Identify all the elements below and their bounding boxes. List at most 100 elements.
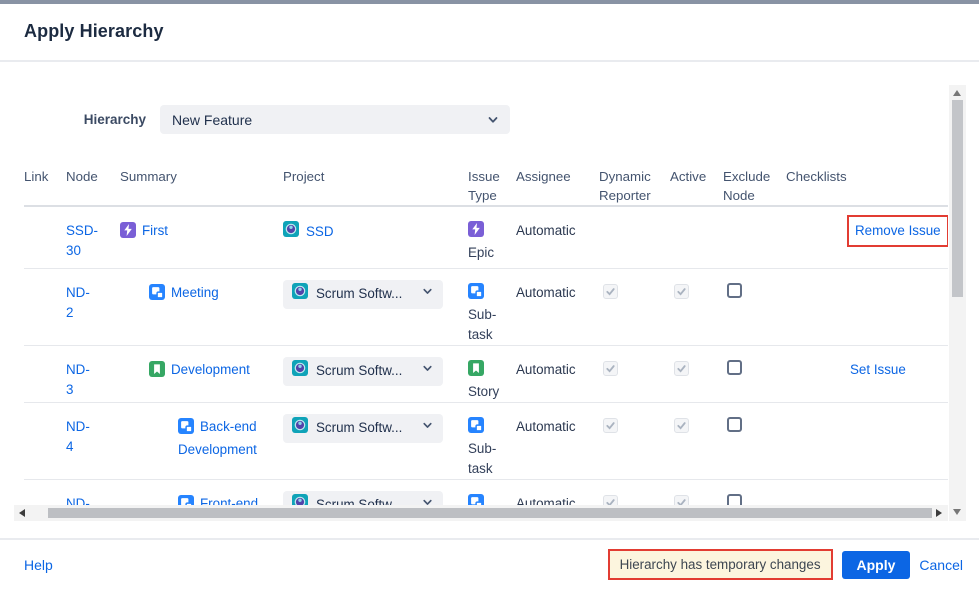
column-header-summary: Summary [120,160,283,206]
project-cell: SSD [283,206,468,268]
summary-link[interactable]: Front-end [200,496,258,506]
exclude-node-cell [723,268,786,345]
dynamic-reporter-checkbox [603,284,618,299]
story-icon [468,360,484,382]
active-checkbox [674,361,689,376]
assignee-value: Automatic [516,419,576,434]
horizontal-scrollbar[interactable] [14,505,948,521]
active-cell [670,206,723,268]
exclude-node-checkbox[interactable] [727,283,742,298]
project-cell: Scrum Softw... [283,268,468,345]
exclude-node-cell [723,345,786,402]
exclude-node-checkbox[interactable] [727,417,742,432]
apply-button[interactable]: Apply [842,551,911,579]
summary-link[interactable]: First [142,223,168,238]
column-header-active: Active [670,160,723,206]
hierarchy-field-row: Hierarchy New Feature [24,105,510,134]
help-link[interactable]: Help [24,557,53,573]
subtask-icon [468,417,484,439]
scroll-up-arrow-icon[interactable] [953,90,961,96]
exclude-node-cell [723,402,786,479]
assignee-cell: Automatic [516,345,599,402]
issue-type-cell: Story [468,345,516,402]
scroll-left-arrow-icon[interactable] [19,509,25,517]
column-header-project: Project [283,160,468,206]
issue-type-cell: Sub- task [468,268,516,345]
modal-footer: Help Hierarchy has temporary changes App… [0,538,979,589]
project-cell: Scrum Softw... [283,479,468,505]
project-dropdown-value: Scrum Softw... [316,418,413,438]
dynamic-reporter-checkbox [603,361,618,376]
table-header-row: LinkNodeSummaryProjectIssue TypeAssignee… [24,160,948,206]
node-link[interactable]: ND- 3 [66,362,90,397]
cancel-link[interactable]: Cancel [919,557,963,573]
node-link[interactable]: ND- 2 [66,285,90,320]
scroll-down-arrow-icon[interactable] [953,509,961,515]
actions-cell [850,479,948,505]
exclude-node-cell [723,206,786,268]
dynamic-reporter-checkbox [603,495,618,506]
modal-header: Apply Hierarchy [0,4,979,62]
assignee-cell: Automatic [516,402,599,479]
dynamic-reporter-cell [599,268,670,345]
column-header-link: Link [24,160,66,206]
modal-body: Hierarchy New Feature LinkNodeSummaryPro… [0,62,979,538]
summary-link[interactable]: Meeting [171,285,219,300]
checklists-cell [786,345,850,402]
hierarchy-select-value: New Feature [172,112,252,128]
table-row: ND- 4Back-end DevelopmentScrum Softw...S… [24,402,948,479]
summary-cell: Back-end Development [120,402,283,479]
hierarchy-select[interactable]: New Feature [160,105,510,134]
assignee-value: Automatic [516,362,576,377]
active-cell [670,345,723,402]
actions-cell [850,402,948,479]
vertical-scrollbar-thumb[interactable] [952,100,963,297]
project-dropdown[interactable]: Scrum Softw... [283,414,443,443]
project-dropdown[interactable]: Scrum Softw... [283,491,443,506]
hierarchy-table: LinkNodeSummaryProjectIssue TypeAssignee… [24,160,948,505]
summary-cell: Development [120,345,283,402]
vertical-scrollbar[interactable] [949,85,966,521]
project-link[interactable]: SSD [306,222,334,242]
subtask-icon [178,495,194,506]
link-cell [24,345,66,402]
project-dropdown[interactable]: Scrum Softw... [283,280,443,309]
table-row: ND- 2MeetingScrum Softw...Sub- taskAutom… [24,268,948,345]
node-cell: ND- 2 [66,268,120,345]
modal-title: Apply Hierarchy [0,4,979,42]
checklists-cell [786,268,850,345]
scroll-right-arrow-icon[interactable] [936,509,942,517]
table-row: ND- 3 Development Scrum Softw... StoryAutom… [24,345,948,402]
footer-actions: Hierarchy has temporary changes Apply Ca… [608,549,963,580]
active-checkbox [674,495,689,506]
summary-cell: Meeting [120,268,283,345]
dynamic-reporter-cell [599,479,670,505]
status-message: Hierarchy has temporary changes [608,549,833,580]
node-link[interactable]: SSD- 30 [66,223,98,258]
annotation-highlight-box: Remove Issue [847,215,948,247]
node-cell: ND- 3 [66,345,120,402]
project-cell: Scrum Softw... [283,345,468,402]
project-avatar-icon [292,494,308,505]
active-cell [670,402,723,479]
node-link[interactable]: ND- [66,496,90,506]
set-issue-link[interactable]: Set Issue [850,362,906,377]
node-link[interactable]: ND- 4 [66,419,90,454]
active-checkbox [674,284,689,299]
project-dropdown[interactable]: Scrum Softw... [283,357,443,386]
chevron-down-icon [421,284,434,304]
project-dropdown-value: Scrum Softw... [316,284,413,304]
exclude-node-checkbox[interactable] [727,494,742,506]
column-header-issue-type: Issue Type [468,160,516,206]
subtask-icon [149,284,165,306]
project-dropdown-value: Scrum Softw... [316,361,413,381]
exclude-node-checkbox[interactable] [727,360,742,375]
chevron-down-icon [486,113,500,132]
subtask-icon [178,418,194,440]
issue-type-cell: Epic [468,206,516,268]
table-viewport: LinkNodeSummaryProjectIssue TypeAssignee… [24,160,948,505]
summary-link[interactable]: Development [171,362,250,377]
epic-icon [120,222,136,244]
horizontal-scrollbar-thumb[interactable] [48,508,932,518]
remove-issue-link[interactable]: Remove Issue [855,223,941,238]
